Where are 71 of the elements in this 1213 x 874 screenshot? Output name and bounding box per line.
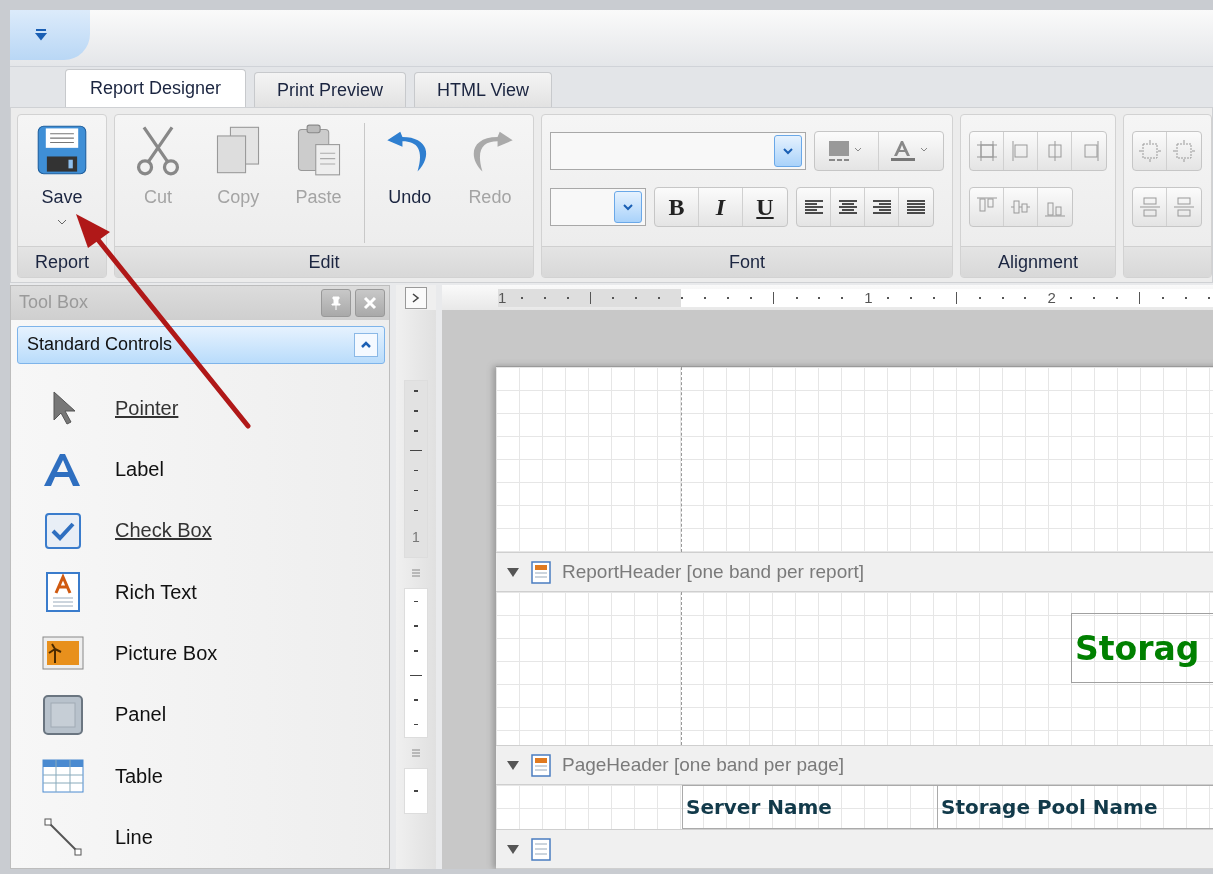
font-style-button[interactable]: I xyxy=(699,188,743,226)
size-icon xyxy=(1137,139,1162,163)
ribbon-tab[interactable]: Print Preview xyxy=(254,72,407,107)
toolbox-item[interactable]: Line xyxy=(115,825,153,849)
font-style-button[interactable]: B xyxy=(655,188,699,226)
quick-access-menu-button[interactable] xyxy=(10,10,90,60)
caret-icon xyxy=(783,147,793,155)
expand-button[interactable] xyxy=(405,286,427,309)
toolbar-button[interactable]: Undo xyxy=(370,123,449,235)
group-label: Font xyxy=(542,246,952,277)
ruler-number: 1 xyxy=(498,290,507,305)
picture-icon xyxy=(41,635,85,672)
panel-title: Tool Box xyxy=(19,292,90,314)
collapse-triangle-icon xyxy=(506,843,520,855)
column-header[interactable]: Server Name xyxy=(682,785,937,829)
section-title: Standard Controls xyxy=(27,334,173,356)
ribbon-tab[interactable]: Report Designer xyxy=(65,69,247,107)
font-name-dropdown[interactable] xyxy=(550,132,806,170)
ruler-number: 1 xyxy=(864,290,873,305)
close-icon xyxy=(363,295,377,310)
band-icon xyxy=(530,752,552,778)
caret-icon xyxy=(57,218,67,226)
section-header[interactable]: Standard Controls xyxy=(17,325,385,364)
chevron-right-icon xyxy=(410,291,422,304)
size-icon xyxy=(1172,139,1196,163)
close-button[interactable] xyxy=(355,288,385,317)
document-icon xyxy=(45,571,81,614)
text-align-icon xyxy=(802,198,825,216)
text-align-icon xyxy=(836,198,859,216)
pin-icon xyxy=(329,295,343,310)
toolbox-item[interactable]: Pointer xyxy=(115,396,179,420)
band-icon xyxy=(530,559,552,585)
ruler-number: 1 xyxy=(412,529,420,544)
toolbox-item[interactable]: Picture Box xyxy=(115,641,218,665)
dropdown-icon xyxy=(34,28,48,42)
toolbox-item[interactable]: Rich Text xyxy=(115,580,197,604)
report-title[interactable]: Storag xyxy=(1071,613,1213,683)
collapse-triangle-icon xyxy=(506,566,520,578)
spacing-icon xyxy=(1172,195,1196,219)
font-style-button[interactable]: U xyxy=(743,188,787,226)
band-label: PageHeader [one band per page] xyxy=(562,754,845,776)
spacing-icon xyxy=(1137,195,1162,219)
group-label: Alignment xyxy=(961,246,1115,277)
band-icon xyxy=(530,836,552,862)
band-label: ReportHeader [one band per report] xyxy=(562,561,865,583)
caret-icon xyxy=(623,203,633,211)
ribbon-tab[interactable]: HTML View xyxy=(414,72,553,107)
group-label: Report xyxy=(18,246,106,277)
ruler-number: 2 xyxy=(1047,290,1056,305)
band-header[interactable]: PageHeader [one band per page] xyxy=(496,745,1213,785)
line-icon xyxy=(43,817,83,858)
table-icon xyxy=(41,758,85,795)
grip-icon xyxy=(411,748,421,758)
chevron-icon xyxy=(360,339,372,350)
font-size-dropdown[interactable] xyxy=(550,188,646,226)
toolbox-item[interactable]: Table xyxy=(115,764,163,788)
text-align-icon xyxy=(905,198,927,216)
pin-button[interactable] xyxy=(321,288,351,317)
toolbox-item[interactable]: Check Box xyxy=(115,519,212,543)
group-label: Edit xyxy=(115,246,533,277)
checkbox-icon xyxy=(43,510,83,551)
toolbox-item[interactable]: Label xyxy=(115,458,164,482)
column-header[interactable]: Storage Pool Name xyxy=(937,785,1213,829)
toolbox-item[interactable]: Panel xyxy=(115,703,167,727)
text-align-icon xyxy=(870,198,893,216)
grip-icon xyxy=(411,568,421,578)
panel-icon xyxy=(42,693,84,736)
align-icon xyxy=(974,139,999,163)
band-header[interactable]: ReportHeader [one band per report] xyxy=(496,552,1213,592)
collapse-button[interactable] xyxy=(354,332,378,357)
collapse-triangle-icon xyxy=(506,759,520,771)
